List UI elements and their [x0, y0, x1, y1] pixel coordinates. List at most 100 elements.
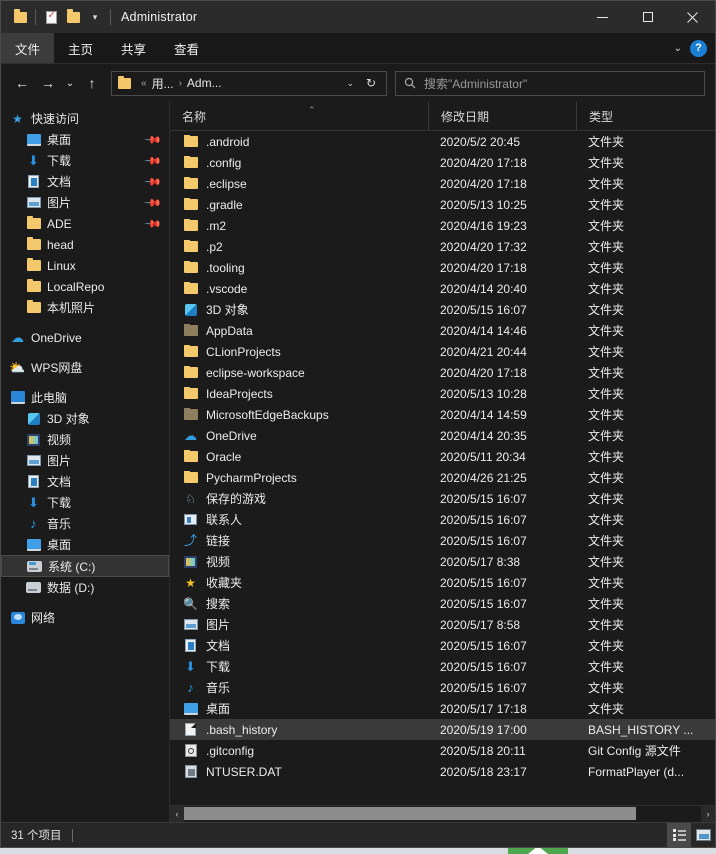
- cell-name[interactable]: ♘ 保存的游戏: [170, 490, 428, 507]
- sidebar-item-ade[interactable]: ADE 📌: [1, 213, 169, 234]
- table-row[interactable]: .eclipse 2020/4/20 17:18 文件夹: [170, 173, 715, 194]
- search-box[interactable]: 搜索"Administrator": [395, 70, 705, 96]
- large-icons-view-button[interactable]: [691, 823, 715, 847]
- chevron-down-icon[interactable]: ▾: [84, 6, 106, 28]
- cell-name[interactable]: AppData: [170, 323, 428, 338]
- help-icon[interactable]: ?: [690, 39, 707, 57]
- close-button[interactable]: [670, 1, 715, 33]
- cell-name[interactable]: ☁ OneDrive: [170, 429, 428, 443]
- pin-icon[interactable]: 📌: [144, 214, 163, 233]
- column-header-type[interactable]: 类型: [576, 102, 715, 130]
- sidebar-item-pictures[interactable]: 图片: [1, 450, 169, 471]
- table-row[interactable]: .android 2020/5/2 20:45 文件夹: [170, 131, 715, 152]
- table-row[interactable]: 3D 对象 2020/5/15 16:07 文件夹: [170, 299, 715, 320]
- table-row[interactable]: NTUSER.DAT 2020/5/18 23:17 FormatPlayer (d…: [170, 761, 715, 782]
- breadcrumb-users[interactable]: 用...: [152, 75, 174, 92]
- sidebar-item-local-photos[interactable]: 本机照片: [1, 297, 169, 318]
- sidebar-item-data-d-drive[interactable]: 数据 (D:): [1, 577, 169, 598]
- tab-share[interactable]: 共享: [107, 33, 160, 63]
- cell-name[interactable]: .m2: [170, 218, 428, 233]
- sidebar-group-onedrive[interactable]: ☁ OneDrive: [1, 327, 169, 348]
- pin-icon[interactable]: 📌: [144, 151, 163, 170]
- table-row[interactable]: .p2 2020/4/20 17:32 文件夹: [170, 236, 715, 257]
- cell-name[interactable]: .android: [170, 134, 428, 149]
- table-row[interactable]: CLionProjects 2020/4/21 20:44 文件夹: [170, 341, 715, 362]
- cell-name[interactable]: ★ 收藏夹: [170, 574, 428, 591]
- file-rows-container[interactable]: .android 2020/5/2 20:45 文件夹 .config 2020/4/2…: [170, 131, 715, 805]
- cell-name[interactable]: 🔍 搜索: [170, 595, 428, 612]
- sidebar-group-wps-cloud[interactable]: ⛅ WPS网盘: [1, 357, 169, 378]
- cell-name[interactable]: IdeaProjects: [170, 386, 428, 401]
- table-row[interactable]: .config 2020/4/20 17:18 文件夹: [170, 152, 715, 173]
- forward-button[interactable]: →: [35, 70, 61, 96]
- cell-name[interactable]: eclipse-workspace: [170, 365, 428, 380]
- table-row[interactable]: ♘ 保存的游戏 2020/5/15 16:07 文件夹: [170, 488, 715, 509]
- table-row[interactable]: .vscode 2020/4/14 20:40 文件夹: [170, 278, 715, 299]
- cell-name[interactable]: 视频: [170, 553, 428, 570]
- sidebar-item-documents[interactable]: 文档: [1, 471, 169, 492]
- sidebar-group-quick-access[interactable]: ★ 快速访问: [1, 108, 169, 129]
- table-row[interactable]: AppData 2020/4/14 14:46 文件夹: [170, 320, 715, 341]
- table-row[interactable]: 图片 2020/5/17 8:58 文件夹: [170, 614, 715, 635]
- cell-name[interactable]: .tooling: [170, 260, 428, 275]
- cell-name[interactable]: .gradle: [170, 197, 428, 212]
- table-row[interactable]: .gitconfig 2020/5/18 20:11 Git Config 源文件: [170, 740, 715, 761]
- new-folder-icon[interactable]: [62, 6, 84, 28]
- table-row[interactable]: ♪ 音乐 2020/5/15 16:07 文件夹: [170, 677, 715, 698]
- cell-name[interactable]: NTUSER.DAT: [170, 765, 428, 779]
- scroll-left-arrow-icon[interactable]: ‹: [170, 806, 184, 822]
- scroll-thumb[interactable]: [184, 807, 636, 820]
- cell-name[interactable]: ⤴ 链接: [170, 532, 428, 549]
- cell-name[interactable]: 3D 对象: [170, 301, 428, 318]
- breadcrumb-administrator[interactable]: Adm...: [187, 76, 222, 90]
- cell-name[interactable]: .gitconfig: [170, 744, 428, 758]
- horizontal-scrollbar[interactable]: ‹ ›: [170, 805, 715, 822]
- sidebar-item-desktop[interactable]: 桌面: [1, 534, 169, 555]
- pin-icon[interactable]: 📌: [144, 193, 163, 212]
- expand-ribbon-chevron-icon[interactable]: ⌄: [674, 43, 682, 54]
- pin-icon[interactable]: 📌: [144, 172, 163, 191]
- table-row[interactable]: Oracle 2020/5/11 20:34 文件夹: [170, 446, 715, 467]
- sidebar-group-this-pc[interactable]: 此电脑: [1, 387, 169, 408]
- sidebar-item-3d-objects[interactable]: 3D 对象: [1, 408, 169, 429]
- cell-name[interactable]: MicrosoftEdgeBackups: [170, 407, 428, 422]
- sidebar-item-pictures-qa[interactable]: 图片 📌: [1, 192, 169, 213]
- sidebar-item-downloads[interactable]: ⬇ 下载: [1, 492, 169, 513]
- back-button[interactable]: ←: [9, 70, 35, 96]
- cell-name[interactable]: .vscode: [170, 281, 428, 296]
- tab-home[interactable]: 主页: [54, 33, 107, 63]
- recent-locations-chevron-icon[interactable]: ⌄: [61, 70, 79, 96]
- properties-icon[interactable]: [40, 6, 62, 28]
- cell-name[interactable]: CLionProjects: [170, 344, 428, 359]
- table-row[interactable]: 桌面 2020/5/17 17:18 文件夹: [170, 698, 715, 719]
- scroll-right-arrow-icon[interactable]: ›: [701, 806, 715, 822]
- pin-icon[interactable]: 📌: [144, 130, 163, 149]
- cell-name[interactable]: .bash_history: [170, 723, 428, 737]
- column-header-date-modified[interactable]: 修改日期: [428, 102, 576, 130]
- sidebar-item-localrepo[interactable]: LocalRepo: [1, 276, 169, 297]
- details-view-button[interactable]: [667, 823, 691, 847]
- table-row[interactable]: IdeaProjects 2020/5/13 10:28 文件夹: [170, 383, 715, 404]
- refresh-button[interactable]: ↻: [360, 76, 382, 90]
- sidebar-item-downloads-qa[interactable]: ⬇ 下载 📌: [1, 150, 169, 171]
- table-row[interactable]: .tooling 2020/4/20 17:18 文件夹: [170, 257, 715, 278]
- sidebar-item-videos[interactable]: 视频: [1, 429, 169, 450]
- tab-file[interactable]: 文件: [1, 33, 55, 63]
- sidebar-item-documents-qa[interactable]: 文档 📌: [1, 171, 169, 192]
- cell-name[interactable]: 联系人: [170, 511, 428, 528]
- table-row[interactable]: ⬇ 下载 2020/5/15 16:07 文件夹: [170, 656, 715, 677]
- address-bar[interactable]: « 用... › Adm... ⌄ ↻: [111, 70, 387, 96]
- folder-icon[interactable]: [9, 6, 31, 28]
- table-row[interactable]: 联系人 2020/5/15 16:07 文件夹: [170, 509, 715, 530]
- table-row[interactable]: ⤴ 链接 2020/5/15 16:07 文件夹: [170, 530, 715, 551]
- cell-name[interactable]: ♪ 音乐: [170, 679, 428, 696]
- scroll-track[interactable]: [184, 806, 701, 822]
- sidebar-item-music[interactable]: ♪ 音乐: [1, 513, 169, 534]
- table-row[interactable]: ★ 收藏夹 2020/5/15 16:07 文件夹: [170, 572, 715, 593]
- table-row[interactable]: eclipse-workspace 2020/4/20 17:18 文件夹: [170, 362, 715, 383]
- sidebar-item-head[interactable]: head: [1, 234, 169, 255]
- table-row[interactable]: .m2 2020/4/16 19:23 文件夹: [170, 215, 715, 236]
- cell-name[interactable]: .p2: [170, 239, 428, 254]
- table-row[interactable]: PycharmProjects 2020/4/26 21:25 文件夹: [170, 467, 715, 488]
- search-input[interactable]: 搜索"Administrator": [424, 75, 527, 92]
